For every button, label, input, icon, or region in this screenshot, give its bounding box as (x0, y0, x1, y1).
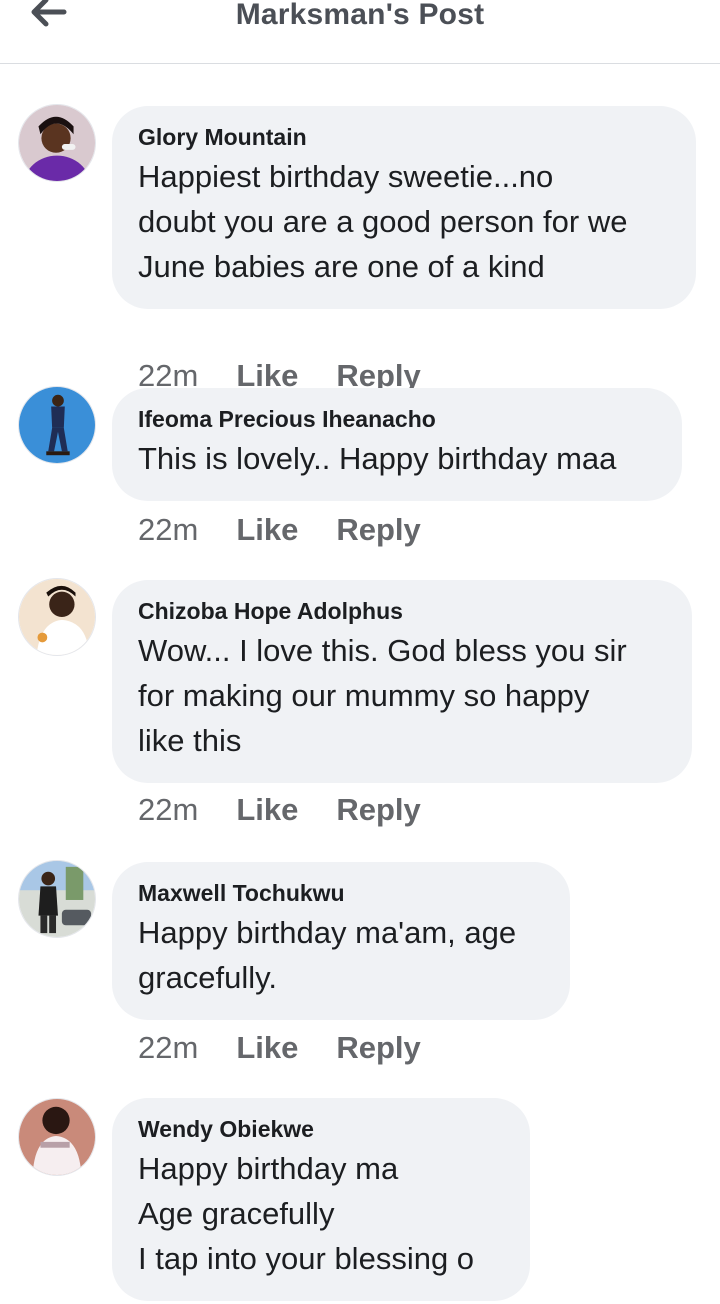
comment-text-line: like this (138, 723, 242, 758)
comment-bubble[interactable]: Glory Mountain Happiest birthday sweetie… (112, 106, 696, 309)
comment-author[interactable]: Chizoba Hope Adolphus (138, 596, 666, 626)
comment-text-line: for making our mummy so happy (138, 678, 590, 713)
comment-text-line: I tap into your blessing o (138, 1241, 475, 1276)
comment-actions: 22m Like Reply (138, 1030, 421, 1066)
comment-bubble[interactable]: Ifeoma Precious Iheanacho This is lovely… (112, 388, 682, 501)
comment-text-line: Happy birthday ma (138, 1151, 399, 1186)
avatar[interactable] (18, 578, 96, 656)
profile-photo (19, 105, 95, 181)
profile-photo (19, 387, 95, 463)
page-title: Marksman's Post (235, 0, 485, 31)
like-button[interactable]: Like (236, 1030, 298, 1066)
comment-text-line: June babies are one of a kind (138, 249, 545, 284)
comment-bubble[interactable]: Wendy Obiekwe Happy birthday ma Age grac… (112, 1098, 530, 1301)
comment-timestamp: 22m (138, 792, 199, 827)
comment-text: Happiest birthday sweetie...no doubt you… (138, 154, 670, 289)
comment-author[interactable]: Glory Mountain (138, 122, 670, 152)
comment-bubble[interactable]: Chizoba Hope Adolphus Wow... I love this… (112, 580, 692, 783)
comment-author[interactable]: Maxwell Tochukwu (138, 878, 544, 908)
reply-button[interactable]: Reply (336, 512, 420, 548)
profile-photo (19, 1099, 95, 1175)
comment-text: Wow... I love this. God bless you sir fo… (138, 628, 666, 763)
comment-bubble[interactable]: Maxwell Tochukwu Happy birthday ma'am, a… (112, 862, 570, 1020)
reply-button[interactable]: Reply (336, 792, 420, 828)
like-button[interactable]: Like (236, 512, 298, 548)
comment-text-line: Happiest birthday sweetie...no (138, 159, 554, 194)
comment-text-line: Happy birthday ma'am, age (138, 915, 517, 950)
comment-text-line: Age gracefully (138, 1196, 335, 1231)
comment-text-line: gracefully. (138, 960, 277, 995)
comment-timestamp: 22m (138, 512, 199, 547)
avatar[interactable] (18, 104, 96, 182)
comment-actions: 22m Like Reply (138, 792, 421, 828)
profile-photo (19, 861, 95, 937)
comment-author[interactable]: Ifeoma Precious Iheanacho (138, 404, 656, 434)
avatar[interactable] (18, 1098, 96, 1176)
profile-photo (19, 579, 95, 655)
reply-button[interactable]: Reply (336, 1030, 420, 1066)
comment-text-line: Wow... I love this. God bless you sir (138, 633, 627, 668)
like-button[interactable]: Like (236, 792, 298, 828)
top-bar: Marksman's Post (0, 0, 720, 64)
comment-actions: 22m Like Reply (138, 512, 421, 548)
comment-author[interactable]: Wendy Obiekwe (138, 1114, 504, 1144)
comment-text: This is lovely.. Happy birthday maa (138, 436, 656, 481)
comment-text-line: This is lovely.. Happy birthday maa (138, 441, 617, 476)
avatar[interactable] (18, 860, 96, 938)
avatar[interactable] (18, 386, 96, 464)
comment-text-line: doubt you are a good person for we (138, 204, 628, 239)
comment-text: Happy birthday ma Age gracefully I tap i… (138, 1146, 504, 1281)
comment-timestamp: 22m (138, 1030, 199, 1065)
comment-text: Happy birthday ma'am, age gracefully. (138, 910, 544, 1000)
